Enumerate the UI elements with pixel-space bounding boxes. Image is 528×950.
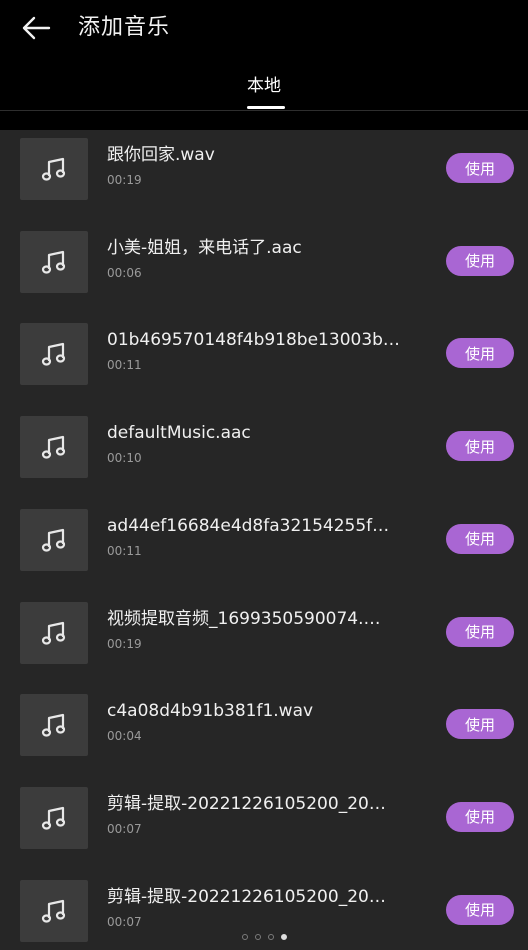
page-dot-active [281, 934, 287, 940]
music-duration: 00:07 [107, 821, 142, 836]
use-button[interactable]: 使用 [446, 245, 514, 276]
tab-active-indicator [247, 106, 285, 109]
music-thumbnail [20, 786, 88, 849]
arrow-left-icon [22, 16, 51, 40]
music-name: 剪辑-提取-20221226105200_20… [107, 793, 386, 814]
music-name: 跟你回家.wav [107, 145, 215, 165]
use-button[interactable]: 使用 [446, 616, 514, 647]
music-note-icon [41, 528, 66, 552]
tab-local[interactable]: 本地 [0, 72, 528, 100]
music-name: 视频提取音频_1699350590074.… [107, 608, 381, 629]
music-note-icon [41, 435, 66, 459]
page-dot [268, 934, 274, 940]
use-button[interactable]: 使用 [446, 153, 514, 183]
music-note-icon [41, 806, 66, 830]
music-thumbnail [20, 323, 88, 386]
music-name: 小美-姐姐，来电话了.aac [107, 237, 302, 258]
list-item[interactable]: defaultMusic.aac 00:10 使用 [0, 416, 528, 508]
music-thumbnail [20, 694, 88, 757]
page-dot [242, 934, 248, 940]
list-item[interactable]: 01b469570148f4b918be13003b… 00:11 使用 [0, 323, 528, 415]
music-list[interactable]: 跟你回家.wav 00:19 使用 小美-姐姐，来电话了.aac 00:06 使… [0, 130, 528, 950]
music-note-icon [41, 621, 66, 645]
music-thumbnail [20, 230, 88, 293]
music-duration: 00:07 [107, 914, 142, 929]
music-thumbnail [20, 879, 88, 942]
music-thumbnail [20, 601, 88, 664]
app-header: 添加音乐 本地 [0, 0, 528, 130]
list-item[interactable]: ad44ef16684e4d8fa32154255f… 00:11 使用 [0, 508, 528, 601]
page-title: 添加音乐 [78, 15, 171, 40]
music-name: ad44ef16684e4d8fa32154255f… [107, 515, 390, 536]
page-dot [255, 934, 261, 940]
music-note-icon [41, 899, 66, 923]
list-item[interactable]: 视频提取音频_1699350590074.… 00:19 使用 [0, 601, 528, 694]
tab-divider [0, 110, 528, 111]
list-item[interactable]: c4a08d4b91b381f1.wav 00:04 使用 [0, 694, 528, 786]
tab-label: 本地 [247, 76, 281, 96]
music-name: 01b469570148f4b918be13003b… [107, 330, 400, 351]
use-button[interactable]: 使用 [446, 709, 514, 740]
music-duration: 00:04 [107, 729, 142, 744]
music-duration: 00:19 [107, 173, 142, 187]
back-button[interactable] [18, 12, 54, 44]
music-name: defaultMusic.aac [107, 423, 251, 444]
music-duration: 00:06 [107, 265, 142, 280]
music-name: 剪辑-提取-20221226105200_20… [107, 886, 386, 907]
music-note-icon [41, 250, 66, 274]
list-item[interactable]: 跟你回家.wav 00:19 使用 [0, 138, 528, 230]
page-indicator [242, 934, 287, 940]
music-name: c4a08d4b91b381f1.wav [107, 701, 314, 722]
music-duration: 00:11 [107, 358, 142, 373]
use-button[interactable]: 使用 [446, 431, 514, 462]
use-button[interactable]: 使用 [446, 894, 514, 925]
music-thumbnail [20, 138, 88, 200]
music-thumbnail [20, 508, 88, 571]
use-button[interactable]: 使用 [446, 801, 514, 832]
music-thumbnail [20, 416, 88, 479]
list-item[interactable]: 小美-姐姐，来电话了.aac 00:06 使用 [0, 230, 528, 323]
music-duration: 00:11 [107, 543, 142, 558]
music-duration: 00:10 [107, 451, 142, 466]
music-note-icon [41, 157, 66, 181]
use-button[interactable]: 使用 [446, 523, 514, 554]
list-item[interactable]: 剪辑-提取-20221226105200_20… 00:07 使用 [0, 786, 528, 879]
use-button[interactable]: 使用 [446, 338, 514, 369]
music-note-icon [41, 714, 66, 737]
music-duration: 00:19 [107, 636, 142, 651]
music-note-icon [41, 343, 66, 366]
